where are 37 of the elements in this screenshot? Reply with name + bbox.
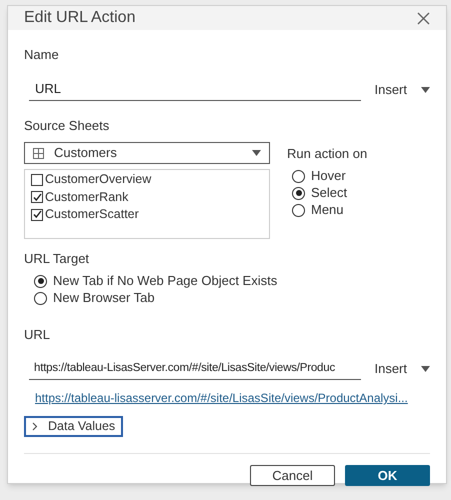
radio-label: Menu xyxy=(311,201,344,220)
radio-label: New Tab if No Web Page Object Exists xyxy=(53,272,278,290)
name-field[interactable]: URL xyxy=(29,78,362,100)
data-values-toggle[interactable]: Data Values xyxy=(24,416,124,437)
radio-button[interactable] xyxy=(292,204,305,216)
radio-label: New Browser Tab xyxy=(53,289,155,308)
insert-button[interactable]: Insert xyxy=(374,359,430,379)
section-label: Run action on xyxy=(287,145,368,163)
dropdown-caret-icon xyxy=(421,86,430,92)
radio-button[interactable] xyxy=(34,292,47,304)
cancel-button[interactable]: Cancel xyxy=(250,465,335,486)
radio-label: Hover xyxy=(311,167,346,186)
table-icon xyxy=(33,148,44,158)
url-preview-link[interactable]: https://tableau-lisasserver.com/#/site/LisasSite/views/ProductAnalysi... xyxy=(35,389,430,407)
section-label: Source Sheets xyxy=(24,116,110,134)
checkbox[interactable] xyxy=(31,174,43,186)
checkbox[interactable] xyxy=(31,208,43,221)
radio-button[interactable] xyxy=(292,170,305,182)
checkbox[interactable] xyxy=(31,191,43,204)
dialog-title: Edit URL Action xyxy=(24,8,136,28)
sheet-dropdown[interactable]: Customers xyxy=(24,142,270,164)
sheet-name: CustomerRank xyxy=(45,188,128,206)
radio-button[interactable] xyxy=(292,186,305,200)
url-field[interactable]: https://tableau-LisasServer.com/#/site/LisasSite/views/Produc xyxy=(29,358,362,380)
sheet-name: CustomerScatter xyxy=(45,206,139,224)
section-label: URL xyxy=(24,326,52,344)
section-label: Name xyxy=(24,46,60,64)
close-icon[interactable] xyxy=(417,12,430,24)
chevron-icon xyxy=(32,422,38,431)
section-label: URL Target xyxy=(24,250,90,268)
sheet-name: CustomerOverview xyxy=(45,171,152,188)
insert-button[interactable]: Insert xyxy=(374,80,430,100)
radio-button[interactable] xyxy=(34,274,47,288)
radio-label: Select xyxy=(311,184,348,202)
dropdown-caret-icon xyxy=(421,366,430,372)
ok-button[interactable]: OK xyxy=(345,465,430,486)
dropdown-caret-icon xyxy=(252,150,261,156)
